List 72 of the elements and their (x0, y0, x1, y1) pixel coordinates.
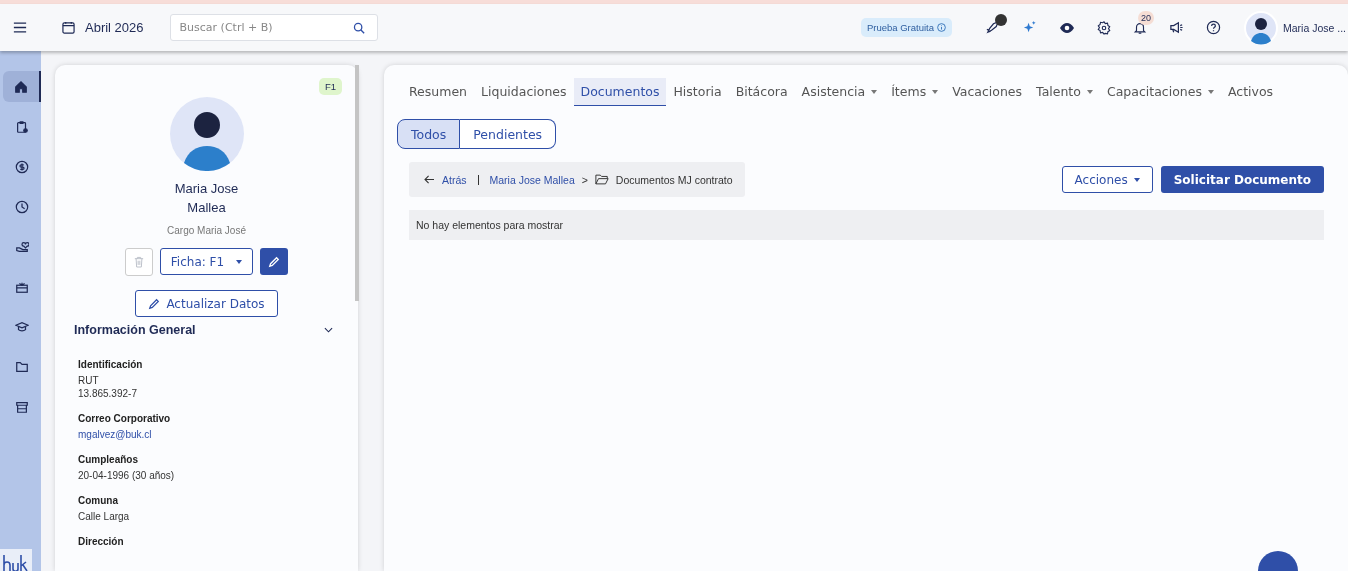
tab[interactable]: Talento (1029, 78, 1100, 106)
dollar-icon (15, 159, 29, 174)
field-value: Calle Larga (78, 511, 131, 522)
chevron-icon[interactable] (324, 327, 333, 333)
field-value: RUT (78, 375, 100, 386)
pencil-icon (148, 297, 161, 310)
actions-dropdown[interactable]: Acciones (1061, 166, 1153, 193)
cap-icon (15, 319, 29, 334)
sheet-dropdown[interactable]: Ficha: F1 (159, 248, 254, 275)
update-data-button[interactable]: Actualizar Datos (135, 290, 278, 317)
field-label: Correo Corporativo (78, 413, 172, 424)
position-text: Cargo Maria José (167, 225, 246, 236)
tab[interactable]: Capacitaciones (1099, 78, 1221, 106)
notification-count: 20 (1137, 10, 1154, 25)
user-name[interactable]: Maria Jose ... (1282, 21, 1348, 34)
calendar-icon[interactable] (62, 21, 75, 34)
field-value: 13.865.392-7 (78, 388, 138, 399)
empty-message: No hay elementos para mostrar (409, 210, 1324, 240)
search-icon[interactable] (352, 21, 365, 34)
logo-icon (0, 549, 32, 571)
clock-icon (15, 199, 29, 214)
breadcrumb-current: Documentos MJ contrato (615, 173, 733, 186)
tab[interactable]: Documentos (573, 78, 667, 106)
field-label: Comuna (78, 495, 119, 506)
field-label: Dirección (78, 536, 125, 547)
sparkle-icon[interactable] (1021, 20, 1037, 35)
field-label: Identificación (78, 359, 144, 370)
date-label[interactable]: Abril 2026 (85, 20, 144, 35)
tab[interactable]: Activos (1220, 78, 1281, 106)
tab[interactable]: Liquidaciones (474, 78, 574, 106)
tab[interactable]: Resumen (409, 78, 475, 106)
chat-button[interactable] (1258, 551, 1298, 571)
breadcrumb-separator: > (581, 173, 588, 186)
field-value: 20-04-1996 (30 años) (78, 470, 176, 481)
pencil-icon (268, 255, 281, 268)
help-icon[interactable] (1205, 20, 1221, 35)
store-icon (15, 399, 29, 414)
tab[interactable]: Ítems (884, 78, 946, 106)
tab[interactable]: Historia (666, 78, 729, 106)
request-document-button[interactable]: Solicitar Documento (1160, 166, 1324, 193)
megaphone-icon[interactable] (1168, 20, 1184, 35)
tab[interactable]: Bitácora (728, 78, 795, 106)
trial-badge[interactable]: Prueba Gratuita (860, 18, 952, 37)
email-link[interactable]: mgalvez@buk.cl (78, 429, 358, 440)
edit-button[interactable] (260, 248, 289, 275)
back-link[interactable]: Atrás (442, 173, 467, 186)
tab[interactable]: Asistencia (794, 78, 885, 106)
info-icon (936, 23, 946, 32)
bell-icon[interactable] (1132, 20, 1147, 35)
folder-icon (594, 174, 609, 185)
avatar-icon[interactable] (1243, 10, 1278, 45)
home-icon (14, 79, 28, 94)
back-arrow-icon[interactable] (424, 175, 435, 184)
search-input[interactable]: Buscar (Ctrl + B) (177, 20, 353, 35)
hand-icon (15, 239, 29, 254)
employee-name: Maria Jose Mallea (173, 180, 240, 217)
status-dot (994, 14, 1007, 26)
trash-icon (133, 256, 144, 268)
rocket-icon[interactable] (984, 20, 1000, 35)
tab[interactable]: Vacaciones (945, 78, 1030, 106)
section-title[interactable]: Información General (74, 323, 196, 337)
filter-toggle[interactable]: Todos (397, 119, 461, 149)
filter-toggle[interactable]: Pendientes (460, 119, 557, 149)
search-field[interactable]: Buscar (Ctrl + B) (169, 14, 378, 41)
settings-icon[interactable] (1096, 20, 1111, 35)
clipboard-icon (15, 119, 29, 134)
menu-icon[interactable] (13, 22, 27, 33)
field-label: Cumpleaños (78, 454, 139, 465)
breadcrumb-link[interactable]: Maria Jose Mallea (489, 173, 575, 186)
sheet-badge: F1 (318, 78, 342, 95)
folder-icon (15, 359, 29, 374)
sidebar-item[interactable] (3, 71, 41, 102)
